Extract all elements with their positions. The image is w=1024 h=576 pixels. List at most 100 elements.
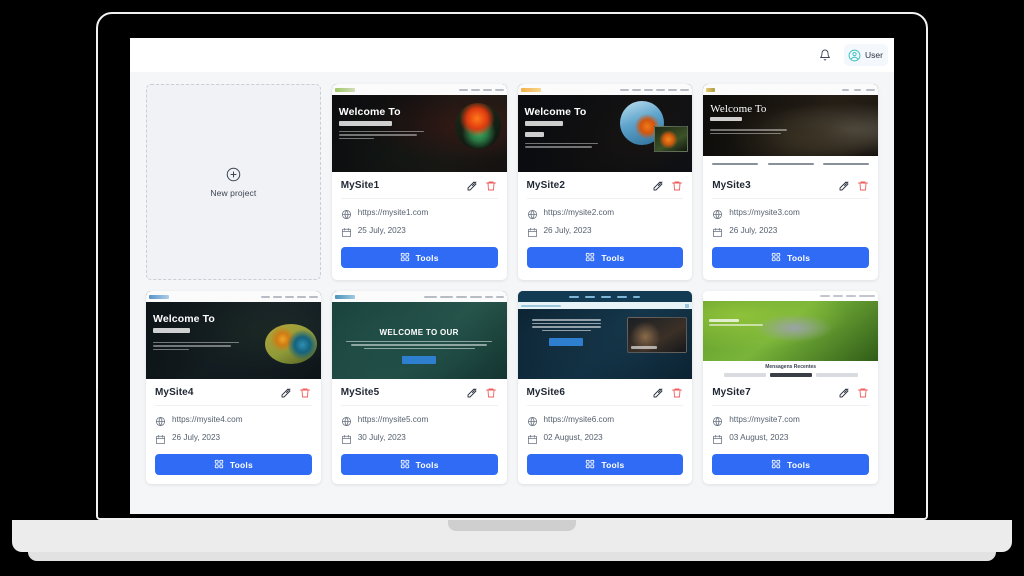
trash-icon[interactable] (485, 386, 498, 399)
trash-icon[interactable] (299, 386, 312, 399)
project-meta: https://mysite3.com 26 July, 2023 (712, 207, 869, 238)
project-date: 02 August, 2023 (543, 433, 603, 442)
project-meta: https://mysite7.com 03 August, 2023 (712, 414, 869, 445)
laptop-screen: User New project Welcome To MySite1 http… (130, 38, 894, 514)
hero-paragraph (338, 130, 428, 140)
trash-icon[interactable] (485, 179, 498, 192)
edit-pencil-icon[interactable] (466, 386, 479, 399)
project-title: MySite4 (155, 387, 194, 398)
project-card-body: MySite4 https://mysite4.com 26 July, 202… (146, 379, 321, 484)
user-menu[interactable]: User (844, 44, 888, 66)
tools-button[interactable]: Tools (155, 454, 312, 475)
hero-subheading (710, 117, 743, 122)
project-card[interactable]: Welcome To MySite1 https://mysite1.com 2… (331, 84, 507, 280)
tools-label: Tools (415, 252, 439, 263)
tools-button[interactable]: Tools (340, 247, 498, 268)
project-date-row: 30 July, 2023 (341, 432, 498, 445)
hero-subheading (524, 120, 563, 126)
project-card[interactable]: MySite6 https://mysite6.com 02 August, 2… (517, 291, 693, 484)
thumb-navbar (703, 84, 878, 95)
project-url: https://mysite6.com (543, 415, 615, 424)
hero-copy: Welcome To (524, 106, 602, 148)
project-url-row: https://mysite2.com (527, 207, 684, 220)
project-card-actions (651, 179, 683, 192)
project-card-body: MySite6 https://mysite6.com 02 August, 2… (518, 379, 693, 484)
thumb-navbar (146, 291, 321, 302)
new-project-card[interactable]: New project (146, 84, 321, 280)
project-date-row: 26 July, 2023 (527, 225, 684, 238)
calendar-icon (712, 432, 723, 445)
thumb-footer-links (703, 156, 878, 172)
edit-pencil-icon[interactable] (280, 386, 293, 399)
project-card[interactable]: WELCOME TO OUR MySite5 https://mysite5.c… (331, 291, 507, 484)
bell-icon (819, 49, 831, 61)
grid-icon (771, 456, 781, 474)
edit-pencil-icon[interactable] (837, 386, 850, 399)
hero-copy: Welcome To (338, 106, 428, 140)
projects-content: New project Welcome To MySite1 https://m… (130, 72, 894, 514)
hero-paragraph (710, 129, 790, 135)
edit-pencil-icon[interactable] (837, 179, 850, 192)
project-title: MySite2 (526, 180, 565, 191)
hero-paragraph (524, 142, 602, 148)
app-window: User New project Welcome To MySite1 http… (130, 38, 894, 514)
project-card-header: MySite1 (340, 179, 498, 199)
thumb-nav-links (620, 88, 690, 91)
thumb-hero: Welcome To (331, 95, 507, 172)
thumb-nav-links (260, 295, 318, 298)
hero-subheading (153, 327, 191, 333)
edit-pencil-icon[interactable] (651, 179, 664, 192)
hero-heading: Welcome To (338, 106, 401, 118)
tools-button[interactable]: Tools (340, 454, 498, 475)
tools-button[interactable]: Tools (712, 454, 869, 475)
project-meta: https://mysite2.com 26 July, 2023 (527, 207, 684, 238)
edit-pencil-icon[interactable] (651, 386, 664, 399)
trash-icon[interactable] (856, 386, 869, 399)
thumb-hero (703, 301, 878, 361)
thumb-section: Mensagens Recentes (703, 361, 878, 379)
project-date-row: 26 July, 2023 (155, 432, 312, 445)
project-title: MySite5 (340, 387, 380, 398)
thumb-section-title: Mensagens Recentes (765, 363, 817, 370)
edit-pencil-icon[interactable] (466, 179, 479, 192)
thumb-subnav (517, 302, 693, 309)
hero-cta-button (402, 356, 437, 365)
trash-icon[interactable] (670, 386, 683, 399)
project-url-row: https://mysite5.com (341, 414, 498, 427)
projects-grid-row-2: Welcome To MySite4 https://mysite4.com 2… (146, 291, 878, 484)
thumb-navbar (517, 84, 693, 95)
thumb-navbar (703, 291, 878, 301)
thumb-logo-icon (706, 87, 716, 92)
hero-video-thumbnail (627, 317, 688, 353)
grid-icon (214, 456, 224, 474)
project-card[interactable]: Welcome To MySite3 https://mysite3.com 2… (703, 84, 878, 280)
tools-button[interactable]: Tools (526, 454, 684, 475)
hero-image-plant (454, 103, 501, 149)
project-date-row: 02 August, 2023 (527, 432, 684, 445)
project-card-header: MySite7 (712, 386, 869, 406)
project-card[interactable]: Welcome To MySite4 https://mysite4.com 2… (146, 291, 321, 484)
tools-button[interactable]: Tools (712, 247, 869, 268)
project-card-header: MySite5 (340, 386, 498, 406)
tools-button[interactable]: Tools (526, 247, 684, 268)
hero-heading: WELCOME TO OUR (379, 327, 459, 337)
globe-icon (341, 207, 352, 220)
project-card[interactable]: Mensagens Recentes MySite7 https://mysit… (703, 291, 878, 484)
project-thumbnail: Welcome To (146, 291, 321, 379)
notifications-button[interactable] (814, 44, 836, 66)
tools-label: Tools (787, 252, 811, 263)
project-date: 26 July, 2023 (729, 226, 778, 235)
grid-icon (585, 249, 595, 267)
trash-icon[interactable] (670, 179, 683, 192)
thumb-hero: WELCOME TO OUR (331, 302, 507, 379)
project-meta: https://mysite4.com 26 July, 2023 (155, 414, 312, 445)
hero-background (703, 301, 878, 361)
project-date: 26 July, 2023 (172, 433, 221, 442)
thumb-hero: Welcome To (146, 302, 321, 379)
hero-subheading (338, 120, 393, 126)
thumb-hero: Welcome To (517, 95, 693, 172)
grid-icon (771, 249, 781, 267)
trash-icon[interactable] (856, 179, 869, 192)
project-meta: https://mysite6.com 02 August, 2023 (527, 414, 684, 445)
project-card[interactable]: Welcome To MySite2 https://mysite2.com 2… (517, 84, 693, 280)
